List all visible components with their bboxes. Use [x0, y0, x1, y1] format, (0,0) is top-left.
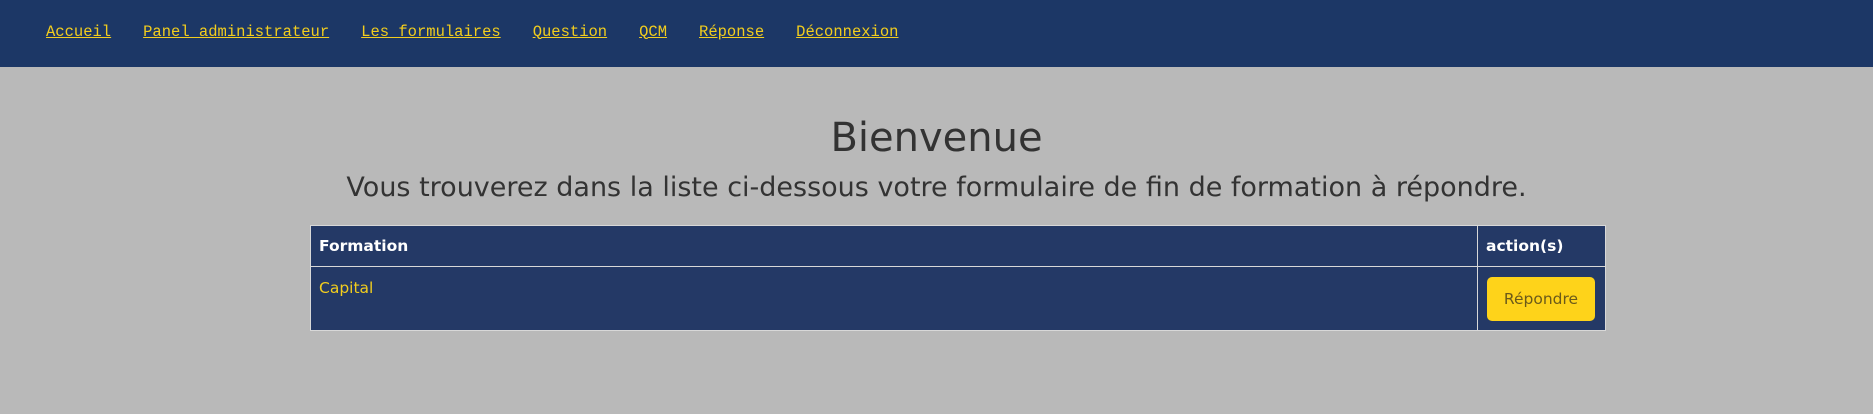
table-row: Capital Répondre	[310, 266, 1606, 331]
nav-link-qcm[interactable]: QCM	[639, 23, 667, 41]
column-header-actions: action(s)	[1477, 225, 1606, 267]
nav-link-deconnexion[interactable]: Déconnexion	[796, 23, 898, 41]
column-header-formation: Formation	[310, 225, 1478, 267]
action-cell: Répondre	[1477, 266, 1606, 331]
top-navigation-bar: Accueil Panel administrateur Les formula…	[0, 0, 1873, 67]
formation-cell: Capital	[310, 266, 1478, 331]
nav-link-panel-administrateur[interactable]: Panel administrateur	[143, 23, 329, 41]
nav-link-reponse[interactable]: Réponse	[699, 23, 764, 41]
main-content: Bienvenue Vous trouverez dans la liste c…	[0, 115, 1873, 331]
table-header-row: Formation action(s)	[310, 225, 1606, 267]
formations-table: Formation action(s) Capital Répondre	[310, 225, 1606, 331]
page-title: Bienvenue	[830, 115, 1043, 161]
repondre-button[interactable]: Répondre	[1487, 277, 1595, 321]
nav-link-les-formulaires[interactable]: Les formulaires	[361, 23, 501, 41]
nav-link-accueil[interactable]: Accueil	[46, 23, 111, 41]
page-subtitle: Vous trouverez dans la liste ci-dessous …	[346, 172, 1527, 203]
nav-link-question[interactable]: Question	[533, 23, 607, 41]
